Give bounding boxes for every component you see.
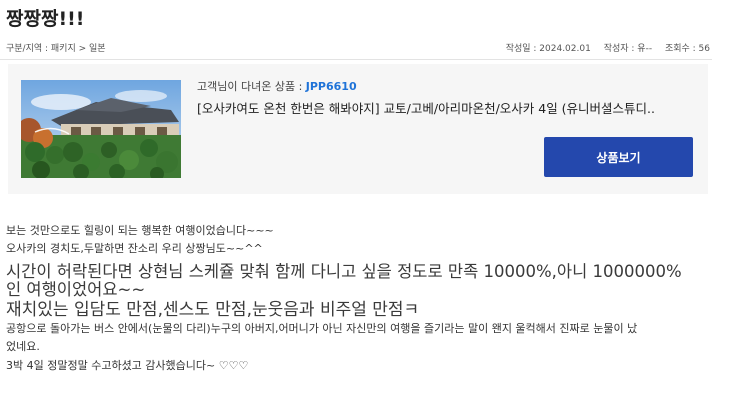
category-breadcrumb: 구분/지역 : 패키지 > 일본 [6,44,106,54]
product-thumbnail[interactable] [21,80,181,178]
post-meta: 작성일 : 2024.02.01 작성자 : 유-- 조회수 : 56 [496,41,710,54]
review-line: 재치있는 입담도 만점,센스도 만점,눈웃음과 비주얼 만점ㅋ [6,300,420,320]
product-code[interactable]: JPP6610 [306,80,357,93]
post-views: 조회수 : 56 [664,44,710,54]
product-label-text: 고객님이 다녀온 상품 : [197,80,306,93]
product-label: 고객님이 다녀온 상품 : JPP6610 [197,78,357,94]
review-line: 었네요. [6,340,40,353]
review-line: 보는 것만으로도 힐링이 되는 행복한 여행이었습니다~~~ [6,224,274,237]
view-product-button[interactable]: 상품보기 [544,137,693,177]
header-divider [0,59,712,60]
page-title: 짱짱짱!!! [6,8,85,30]
review-line: 3박 4일 정말정말 수고하셨고 감사했습니다~ ♡♡♡ [6,359,249,372]
post-date: 작성일 : 2024.02.01 [505,44,591,54]
post-author: 작성자 : 유-- [603,44,653,54]
review-line: 공항으로 돌아가는 버스 안에서(눈물의 다리)누구의 아버지,어머니가 아닌 … [6,322,638,335]
product-card: 고객님이 다녀온 상품 : JPP6610 [오사카여도 온천 한번은 해봐야지… [8,64,708,194]
product-name[interactable]: [오사카여도 온천 한번은 해봐야지] 교토/고베/아리마온천/오사카 4일 (… [197,98,687,117]
review-line: 오사카의 경치도,두말하면 잔소리 우리 상짱님도~~^^ [6,242,263,255]
